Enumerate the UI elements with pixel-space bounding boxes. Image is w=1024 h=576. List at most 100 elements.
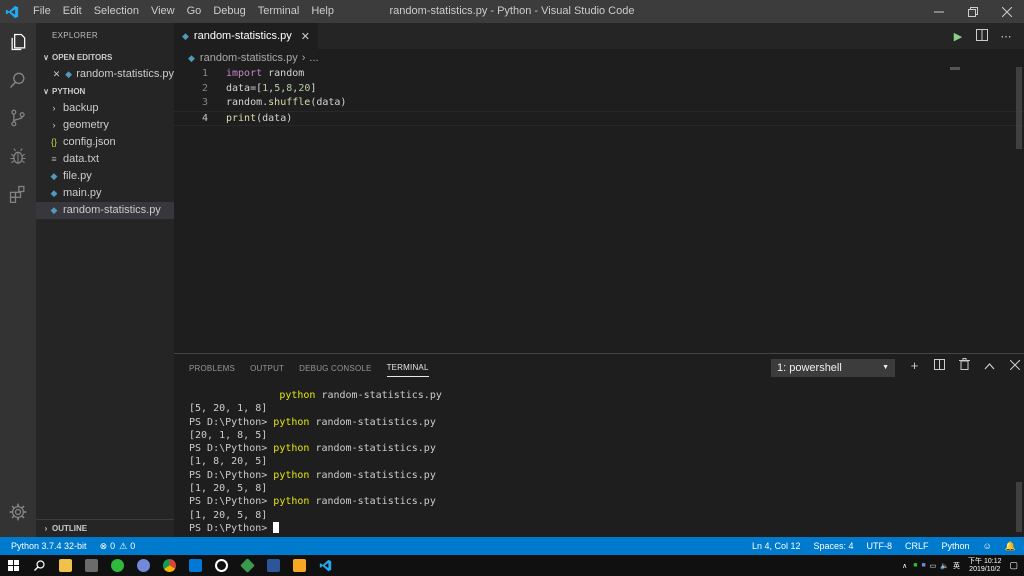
status-language[interactable]: Python [942, 541, 970, 551]
extensions-button[interactable] [0, 175, 36, 213]
split-editor-button[interactable] [970, 28, 994, 44]
restore-button[interactable] [956, 0, 990, 23]
tray-expand-icon[interactable]: ∧ [902, 562, 907, 570]
taskbar-notes-app[interactable] [286, 555, 312, 576]
menu-view[interactable]: View [145, 0, 181, 23]
tree-item-label: random-statistics.py [63, 204, 161, 216]
editor-tab-random-statistics[interactable]: ◆ random-statistics.py ✕ [174, 23, 318, 49]
tree-item-random-statistics-py[interactable]: ◆ random-statistics.py [36, 202, 174, 219]
tab-output[interactable]: OUTPUT [250, 360, 284, 377]
folder-header-python[interactable]: ∨ PYTHON [36, 83, 174, 100]
breadcrumb-more[interactable]: ... [309, 49, 318, 67]
taskbar-line-app[interactable] [104, 555, 130, 576]
start-button[interactable] [0, 555, 26, 576]
close-tab-icon[interactable]: ✕ [301, 30, 310, 43]
notification-icon[interactable]: ▢ [1009, 560, 1018, 571]
status-encoding[interactable]: UTF-8 [867, 541, 893, 551]
tab-problems[interactable]: PROBLEMS [189, 360, 235, 377]
taskbar-discord-app[interactable] [130, 555, 156, 576]
terminal-line: PS D:\Python> python random-statistics.p… [189, 469, 436, 481]
tree-item-label: config.json [63, 136, 116, 148]
minimap[interactable] [950, 67, 960, 70]
taskbar-file-explorer[interactable] [52, 555, 78, 576]
menu-file[interactable]: File [27, 0, 57, 23]
status-indentation[interactable]: Spaces: 4 [814, 541, 854, 551]
menu-terminal[interactable]: Terminal [252, 0, 306, 23]
run-file-button[interactable]: ▶ [946, 30, 970, 43]
editor-scrollbar[interactable] [1016, 67, 1022, 149]
terminal-cursor [273, 522, 280, 534]
taskbar-mail-app[interactable] [182, 555, 208, 576]
network-icon[interactable]: ▭ [930, 562, 937, 570]
more-actions-button[interactable]: ⋯ [994, 30, 1018, 43]
volume-icon[interactable]: 🔈 [940, 562, 949, 570]
minimize-button[interactable] [922, 0, 956, 23]
close-panel-button[interactable] [1002, 358, 1024, 373]
tray-app-icon[interactable]: ■ [921, 562, 925, 569]
taskbar-vscode-app[interactable] [312, 555, 338, 576]
status-problems[interactable]: ⊗ 0 ⚠ 0 [100, 541, 136, 552]
tree-item-label: geometry [63, 119, 109, 131]
terminal-scrollbar[interactable] [1016, 482, 1022, 532]
maximize-panel-button[interactable] [977, 358, 1002, 373]
new-terminal-button[interactable]: + [902, 358, 927, 373]
menu-debug[interactable]: Debug [207, 0, 251, 23]
folder-label: PYTHON [52, 87, 86, 96]
code-text: import random [226, 68, 305, 79]
status-eol[interactable]: CRLF [905, 541, 929, 551]
source-control-button[interactable] [0, 99, 36, 137]
search-button[interactable] [0, 61, 36, 99]
json-file-icon: {} [50, 137, 57, 147]
close-icon[interactable]: ✕ [52, 66, 61, 83]
outline-header[interactable]: › OUTLINE [36, 519, 174, 537]
menu-go[interactable]: Go [181, 0, 208, 23]
line-number: 1 [201, 68, 208, 79]
mail-icon [188, 559, 202, 572]
taskbar-search-button[interactable] [26, 555, 52, 576]
kill-terminal-button[interactable] [952, 358, 977, 373]
open-editor-item[interactable]: ✕ ◆ random-statistics.py [36, 66, 174, 83]
menu-selection[interactable]: Selection [88, 0, 145, 23]
word-icon [266, 559, 280, 572]
tree-item-backup[interactable]: › backup [36, 100, 174, 117]
taskbar-media-app[interactable] [78, 555, 104, 576]
status-interpreter[interactable]: Python 3.7.4 32-bit [11, 541, 87, 551]
tree-item-main-py[interactable]: ◆ main.py [36, 185, 174, 202]
bug-icon [10, 148, 26, 164]
activity-bar [0, 23, 36, 537]
clock[interactable]: 下午 10:12 2019/10/2 [968, 558, 1001, 574]
taskbar-git-app[interactable] [234, 555, 260, 576]
terminal-output[interactable]: python random-statistics.py [5, 20, 1, 8… [189, 389, 442, 535]
tree-item-file-py[interactable]: ◆ file.py [36, 168, 174, 185]
menu-edit[interactable]: Edit [57, 0, 88, 23]
manage-button[interactable] [0, 493, 36, 531]
error-count: 0 [110, 541, 116, 551]
taskbar-chrome-app[interactable] [156, 555, 182, 576]
bell-icon[interactable]: 🔔 [1005, 541, 1016, 552]
terminal-select[interactable]: 1: powershell ▼ [771, 359, 895, 377]
tab-debug-console[interactable]: DEBUG CONSOLE [299, 360, 371, 377]
tray-app-icon[interactable]: ■ [913, 562, 917, 569]
close-window-button[interactable] [990, 0, 1024, 23]
menu-help[interactable]: Help [305, 0, 340, 23]
explorer-button[interactable] [0, 23, 36, 61]
open-editors-header[interactable]: ∨ OPEN EDITORS [36, 49, 174, 66]
debug-button[interactable] [0, 137, 36, 175]
status-cursor-position[interactable]: Ln 4, Col 12 [752, 541, 801, 551]
tab-terminal[interactable]: TERMINAL [386, 359, 429, 377]
split-terminal-button[interactable] [927, 358, 952, 373]
feedback-smiley-icon[interactable]: ☺ [983, 541, 992, 551]
gear-icon [9, 503, 27, 521]
taskbar-settings-app[interactable] [208, 555, 234, 576]
terminal-line: [1, 20, 5, 8] [189, 509, 268, 521]
tree-item-label: file.py [63, 170, 92, 182]
tree-item-geometry[interactable]: › geometry [36, 117, 174, 134]
breadcrumb-file[interactable]: random-statistics.py [200, 49, 298, 67]
ime-indicator[interactable]: 英 [953, 561, 960, 571]
tab-label: random-statistics.py [193, 30, 292, 42]
tree-item-config-json[interactable]: {} config.json [36, 134, 174, 151]
taskbar-word-app[interactable] [260, 555, 286, 576]
source-control-icon [11, 109, 25, 127]
tree-item-data-txt[interactable]: ≡ data.txt [36, 151, 174, 168]
code-editor[interactable]: 1 import random 2 data=[1,5,8,20] 3 rand… [174, 67, 1024, 126]
